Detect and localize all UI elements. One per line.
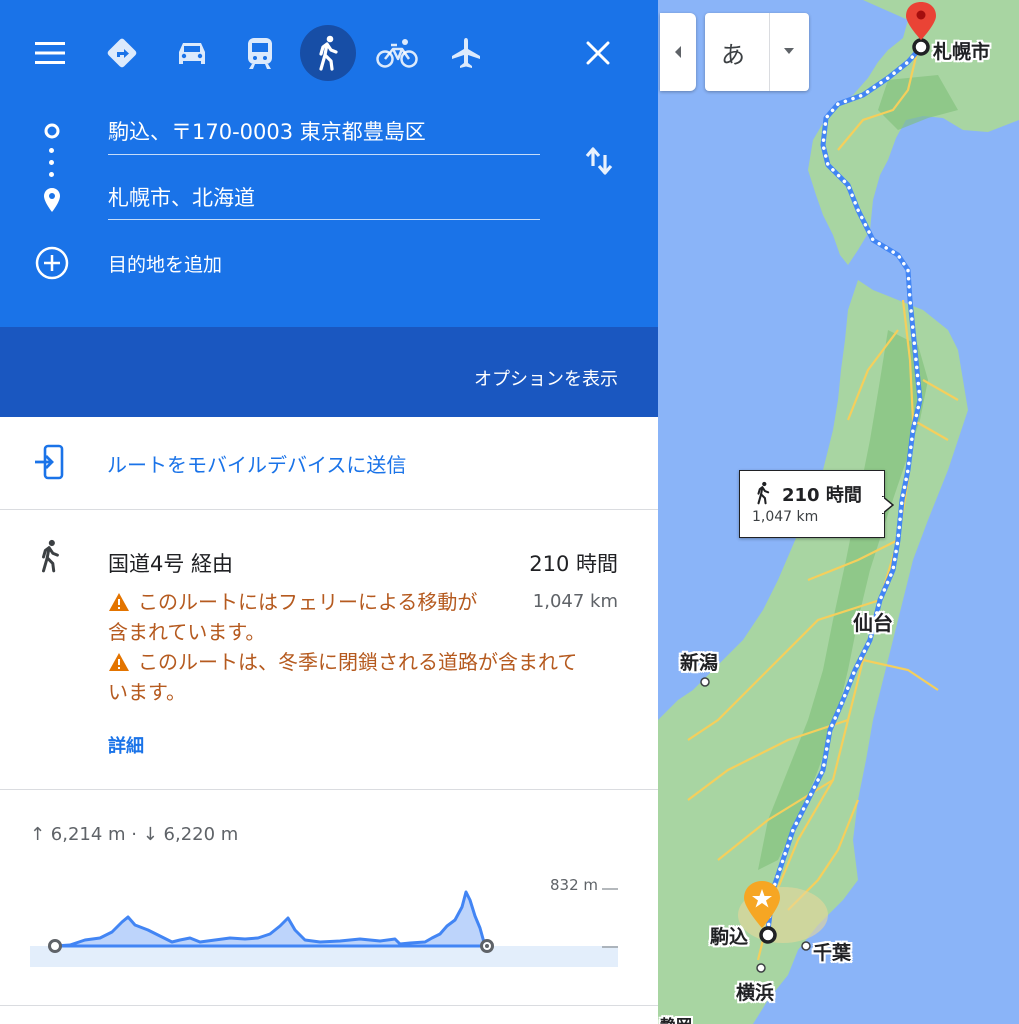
divider (0, 1005, 658, 1006)
start-marker[interactable] (759, 926, 777, 944)
menu-icon (35, 42, 65, 64)
route-info-bubble[interactable]: 210 時間 1,047 km (739, 470, 885, 538)
chevron-left-icon (675, 46, 681, 58)
language-divider (769, 13, 770, 91)
winter-closure-warning: このルートは、冬季に閉鎖される道路が含まれて (108, 647, 577, 677)
warning-text: このルートにはフェリーによる移動が (138, 590, 478, 614)
city-label-komagome[interactable]: 駒込 (710, 922, 748, 949)
city-label-shizuoka[interactable]: 静岡 (660, 1012, 692, 1024)
warning-icon (109, 593, 129, 611)
close-button[interactable] (574, 30, 622, 76)
ferry-warning: このルートにはフェリーによる移動が (108, 587, 477, 617)
route-distance: 1,047 km (532, 591, 618, 612)
elevation-summary: ↑ 6,214 m · ↓ 6,220 m (30, 824, 239, 845)
destination-field[interactable]: 札幌市、北海道 (108, 182, 255, 212)
add-destination-button[interactable]: 目的地を追加 (108, 250, 222, 277)
chevron-down-icon (784, 48, 794, 54)
mode-transit-button[interactable] (232, 25, 288, 81)
city-label-yokohama[interactable]: 横浜 (736, 978, 774, 1005)
mode-best-route-button[interactable] (94, 25, 150, 81)
input-language-button[interactable]: あ (705, 13, 809, 91)
route-via[interactable]: 国道4号 経由 (108, 548, 233, 578)
niigata-dot[interactable] (700, 677, 710, 687)
end-marker[interactable] (912, 38, 930, 56)
mode-driving-button[interactable] (164, 25, 220, 81)
bicycle-icon (376, 39, 418, 68)
show-options-button[interactable]: オプションを表示 (474, 365, 618, 391)
ferry-warning-cont: 含まれています。 (108, 620, 266, 644)
route-dot (49, 172, 54, 177)
walking-route-icon (42, 539, 59, 573)
city-label-sapporo[interactable]: 札幌市 (933, 37, 990, 64)
mode-cycling-button[interactable] (369, 25, 425, 81)
origin-field-underline (108, 154, 540, 155)
menu-button[interactable] (22, 30, 78, 76)
language-label: あ (721, 41, 745, 69)
walking-icon (757, 481, 770, 505)
route-duration: 210 時間 (529, 552, 618, 576)
elevation-profile (53, 890, 487, 948)
walking-icon (319, 35, 338, 71)
details-link[interactable]: 詳細 (108, 732, 144, 758)
bubble-duration: 210 時間 (782, 485, 862, 506)
route-dot (49, 148, 54, 153)
city-label-niigata[interactable]: 新潟 (680, 648, 718, 675)
directions-diamond-icon (107, 38, 137, 68)
options-bar: オプションを表示 (0, 327, 658, 417)
city-label-sendai[interactable]: 仙台 (853, 607, 893, 636)
yokohama-dot[interactable] (756, 963, 766, 973)
car-icon (179, 43, 205, 64)
train-icon (248, 38, 272, 69)
mode-flights-button[interactable] (438, 25, 494, 81)
bubble-distance: 1,047 km (752, 509, 819, 525)
swap-icon (585, 147, 613, 175)
swap-button[interactable] (576, 138, 622, 184)
directions-panel: 駒込、〒170-0003 東京都豊島区 札幌市、北海道 目的地を追加 オプション… (0, 0, 658, 1024)
origin-field[interactable]: 駒込、〒170-0003 東京都豊島区 (108, 116, 426, 146)
warning-icon (109, 653, 129, 671)
map-canvas[interactable]: 札幌市 仙台 新潟 駒込 千葉 横浜 静岡 あ 210 時間 1,047 km (658, 0, 1019, 1024)
elevation-start-marker (48, 939, 62, 953)
airplane-icon (452, 38, 480, 68)
send-to-device-icon (35, 444, 64, 480)
collapse-panel-button[interactable] (660, 13, 696, 91)
destination-field-underline (108, 219, 540, 220)
divider (0, 789, 658, 790)
elevation-chart (30, 888, 618, 967)
city-label-chiba[interactable]: 千葉 (813, 938, 851, 965)
elevation-baseline-band (30, 946, 618, 967)
route-dot (49, 160, 54, 165)
directions-header: 駒込、〒170-0003 東京都豊島区 札幌市、北海道 目的地を追加 (0, 0, 658, 327)
add-circle-icon (35, 246, 69, 280)
chiba-dot[interactable] (801, 941, 811, 951)
winter-closure-warning-cont: います。 (108, 680, 186, 704)
close-icon (586, 41, 610, 65)
origin-circle-icon (44, 123, 60, 139)
warning-text: このルートは、冬季に閉鎖される道路が含まれて (138, 650, 578, 674)
divider (0, 509, 658, 510)
send-to-device-link[interactable]: ルートをモバイルデバイスに送信 (107, 449, 406, 478)
destination-pin-icon (44, 188, 60, 212)
bubble-pointer (882, 496, 894, 514)
mode-walking-button[interactable] (300, 25, 356, 81)
